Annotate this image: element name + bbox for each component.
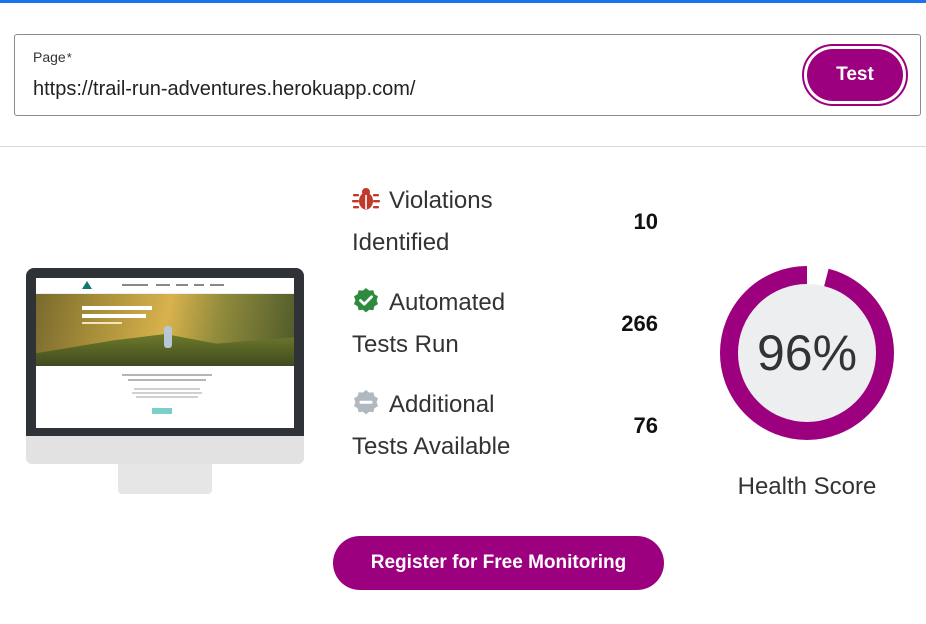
site-cta-button bbox=[152, 408, 172, 414]
automated-tests-count: 266 bbox=[621, 311, 658, 336]
health-score-value: 96% bbox=[756, 325, 858, 381]
bug-icon bbox=[352, 187, 380, 210]
required-marker: * bbox=[66, 50, 72, 65]
website-screenshot bbox=[36, 278, 294, 428]
hero-runner-figure bbox=[164, 326, 172, 348]
site-nav bbox=[36, 278, 294, 294]
hero-subtitle-bar bbox=[82, 322, 122, 324]
automated-tests-stat-label: Automated Tests Run bbox=[352, 282, 505, 366]
site-nav-link bbox=[194, 284, 204, 286]
violations-label-line1: Violations bbox=[389, 187, 493, 214]
site-nav-link bbox=[156, 284, 170, 286]
monitor-stand bbox=[118, 464, 212, 494]
monitor-frame bbox=[26, 268, 304, 436]
site-text-line bbox=[134, 388, 200, 390]
health-score-gauge: 96% bbox=[718, 264, 896, 442]
site-text-line bbox=[122, 374, 212, 376]
site-nav-link bbox=[210, 284, 224, 286]
page-url-field[interactable]: Page* Test bbox=[14, 34, 921, 116]
site-nav-link bbox=[176, 284, 188, 286]
page-field-label: Page* bbox=[33, 49, 72, 65]
top-accent-bar bbox=[0, 0, 926, 3]
hero-title-bar bbox=[82, 314, 146, 318]
section-divider bbox=[0, 146, 926, 147]
monitor-chin bbox=[26, 436, 304, 464]
page-url-input[interactable] bbox=[33, 76, 773, 102]
additional-tests-stat-label: Additional Tests Available bbox=[352, 384, 510, 468]
check-badge-icon bbox=[354, 287, 378, 313]
violations-label-line2: Identified bbox=[352, 229, 450, 256]
site-logo-icon bbox=[82, 281, 92, 289]
site-hero-image bbox=[36, 294, 294, 366]
site-nav-link bbox=[122, 284, 148, 286]
website-preview-monitor bbox=[26, 268, 304, 494]
test-button[interactable]: Test bbox=[802, 44, 908, 106]
hero-title-bar bbox=[82, 306, 152, 310]
minus-badge-icon bbox=[354, 389, 378, 415]
automated-label-line2: Tests Run bbox=[352, 331, 459, 358]
additional-label-line1: Additional bbox=[389, 391, 495, 418]
test-button-label: Test bbox=[807, 49, 903, 101]
site-text-line bbox=[128, 379, 206, 381]
violations-count: 10 bbox=[633, 209, 658, 234]
additional-tests-count: 76 bbox=[633, 413, 658, 438]
additional-label-line2: Tests Available bbox=[352, 433, 511, 460]
register-monitoring-button[interactable]: Register for Free Monitoring bbox=[333, 536, 664, 590]
site-text-line bbox=[136, 396, 198, 398]
automated-label-line1: Automated bbox=[389, 289, 506, 316]
violations-stat-label: Violations Identified bbox=[352, 180, 493, 264]
health-score-label: Health Score bbox=[737, 473, 877, 500]
site-text-line bbox=[132, 392, 202, 394]
